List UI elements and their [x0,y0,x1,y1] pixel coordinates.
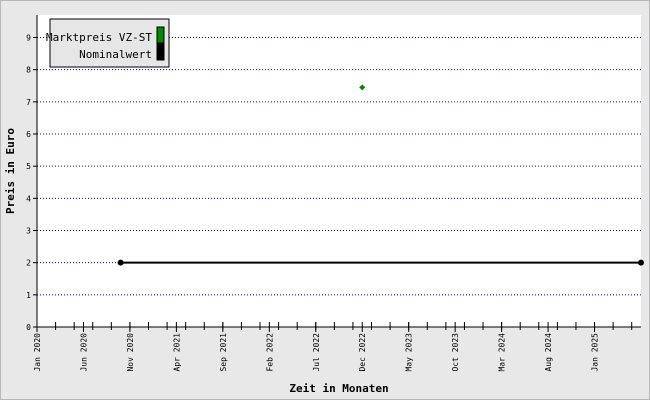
y-tick-label: 5 [26,162,31,171]
legend-label-marktpreis: Marktpreis VZ-ST [46,31,152,44]
x-tick-label: Nov 2020 [126,333,135,372]
legend: Marktpreis VZ-ST Nominalwert [46,18,170,68]
y-tick-label: 2 [26,259,31,268]
y-tick-label: 7 [26,98,31,107]
x-tick-label: Aug 2024 [544,333,553,372]
y-tick-label: 3 [26,227,31,236]
x-tick-label: Jun 2020 [79,333,88,372]
y-tick-label: 9 [26,34,31,43]
x-tick-label: Feb 2022 [265,333,274,372]
x-tick-label: Jul 2022 [312,333,321,372]
y-axis-ticks: 0 1 2 3 4 5 6 7 8 9 [26,34,37,332]
y-tick-label: 1 [26,291,31,300]
x-tick-label: Sep 2021 [219,333,228,372]
y-tick-label: 0 [26,323,31,332]
x-tick-label: Dec 2022 [358,333,367,372]
x-axis-ticks: Jan 2020 Jun 2020 Nov 2020 Apr 2021 Sep 2021… [33,322,633,372]
y-tick-label: 6 [26,130,31,139]
x-axis-title: Zeit in Monaten [289,382,388,395]
x-tick-label: Apr 2021 [172,333,181,372]
legend-swatch-marktpreis [156,26,165,44]
x-tick-label: May 2023 [405,333,414,372]
x-tick-label: Mar 2024 [498,333,507,372]
x-tick-label: Jan 2020 [33,333,42,372]
x-tick-label: Oct 2023 [451,333,460,372]
line-chart: 0 1 2 3 4 5 6 7 8 9 Jan 2020 Jun 2020 Nov 2020 Apr 2… [4,15,644,395]
data-point-nominalwert [117,259,124,266]
y-tick-label: 4 [26,194,31,203]
data-point-nominalwert [638,259,644,266]
y-tick-label: 8 [26,66,31,75]
legend-swatch-nominalwert [156,43,165,61]
x-tick-label: Jan 2025 [591,333,600,372]
legend-label-nominalwert: Nominalwert [79,48,152,61]
y-axis-title: Preis in Euro [4,128,17,214]
